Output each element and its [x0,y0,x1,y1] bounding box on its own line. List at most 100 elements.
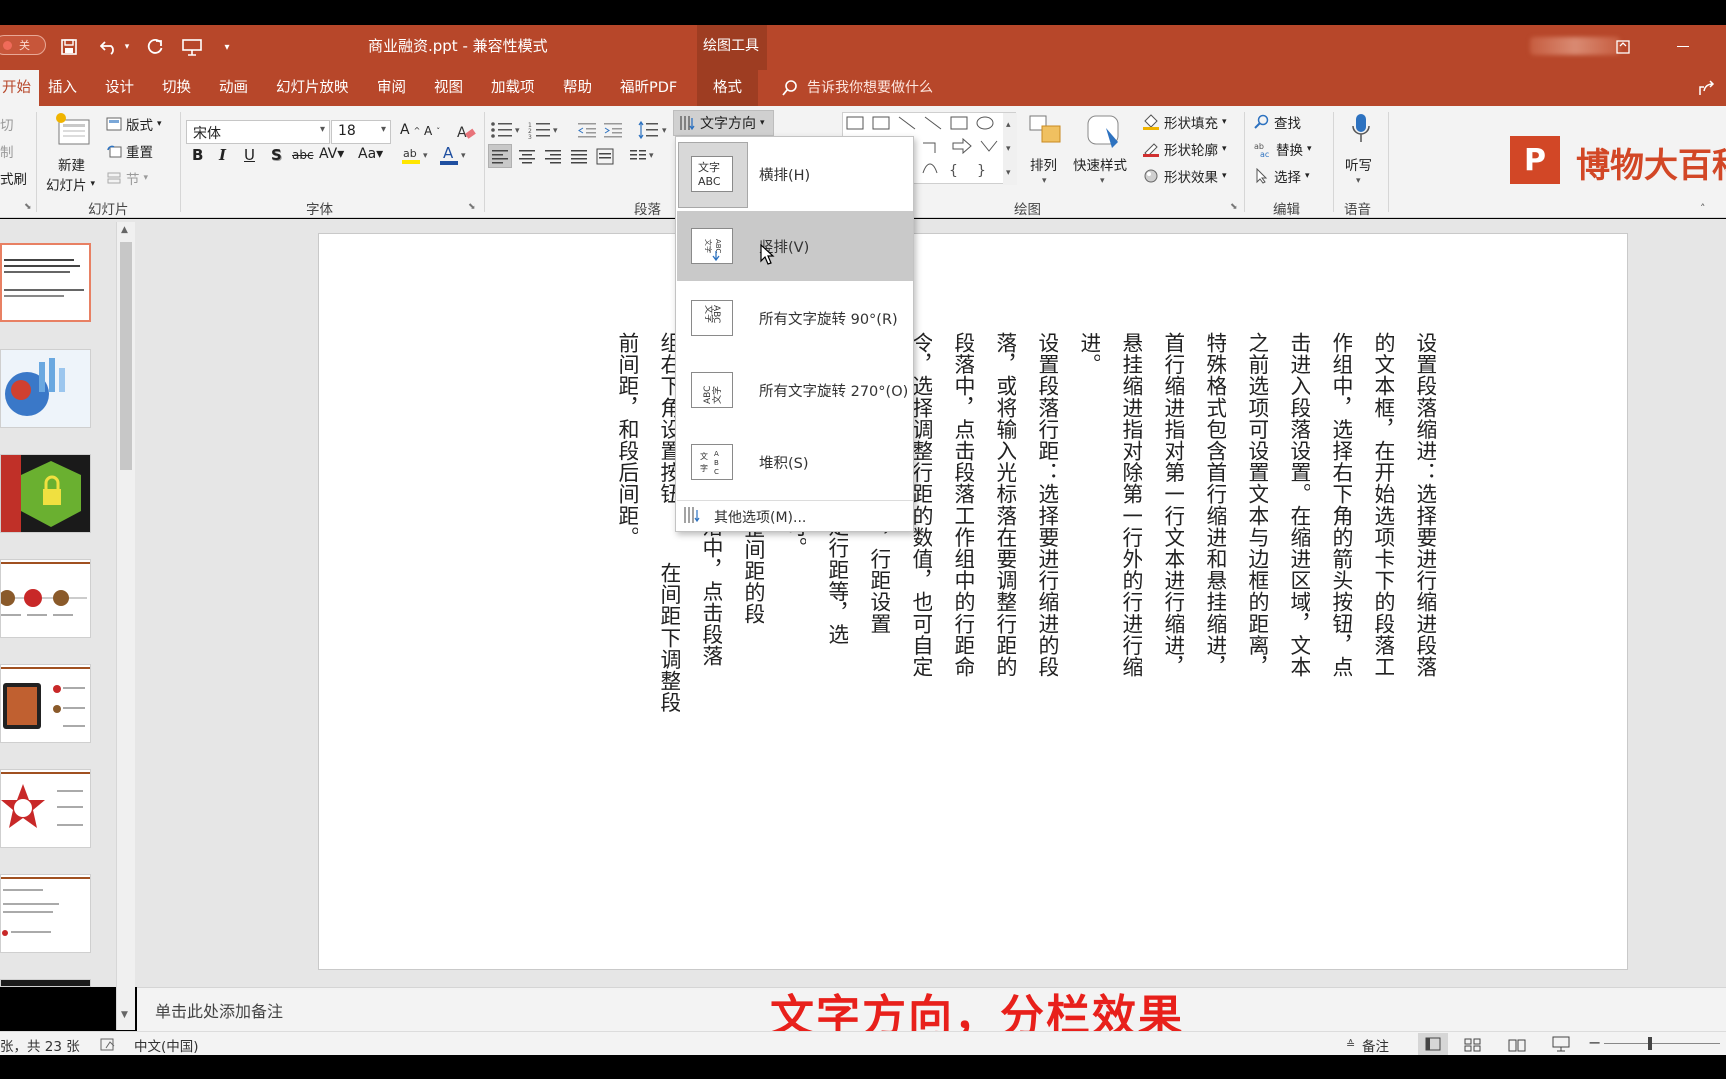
decrease-indent-icon[interactable] [578,122,598,142]
tab-review[interactable]: 审阅 [377,70,406,106]
slide-thumbnail[interactable] [0,349,91,428]
normal-view-icon[interactable] [1418,1033,1448,1055]
slide-thumbnail[interactable] [0,454,91,533]
line-spacing-icon[interactable]: ▾ [638,120,672,144]
tab-transitions[interactable]: 切换 [162,70,191,106]
quick-styles-icon[interactable] [1084,114,1124,154]
accessibility-icon[interactable] [100,1037,116,1056]
cut-button[interactable]: 切 [0,114,14,134]
autosave-toggle[interactable]: 关 [0,35,46,55]
italic-icon[interactable]: I [219,146,226,164]
tab-home[interactable]: 开始 [0,70,39,106]
numbering-icon[interactable]: 1 2 3 ▾ [528,120,562,144]
find-button[interactable]: 查找 [1254,112,1301,132]
notes-toggle[interactable]: 备注 [1362,1035,1389,1055]
columns-icon[interactable]: ▾ [628,145,658,171]
slide-thumbnail[interactable] [0,664,91,743]
font-color-icon[interactable]: A ▾ [440,144,468,170]
slide-thumbnail[interactable] [0,559,91,638]
slideshow-view-icon[interactable] [1552,1036,1570,1056]
copy-button[interactable]: 制 [0,141,14,161]
align-left-icon[interactable] [488,144,512,168]
menu-item-rotate-270[interactable]: ABC 文字 所有文字旋转 270°(O) [677,355,913,425]
increase-indent-icon[interactable] [604,122,624,142]
slide-canvas[interactable]: 设置段落缩进：选择要进行缩进段落 的文本框，在开始选项卡下的段落工 作组中，选择… [318,233,1628,970]
new-slide-dropdown[interactable]: 幻灯片 ▾ [46,174,95,194]
quick-styles-button[interactable]: 快速样式 [1073,154,1127,174]
arrange-icon[interactable] [1028,114,1064,154]
presenter-icon[interactable] [180,35,204,59]
new-slide-label[interactable]: 新建 [58,154,85,174]
tab-insert[interactable]: 插入 [48,70,77,106]
clear-formatting-icon[interactable]: A [456,122,476,146]
bullets-icon[interactable]: ▾ [490,120,524,144]
scroll-down-icon[interactable]: ▼ [121,1010,128,1020]
menu-item-horizontal[interactable]: 文字 ABC 横排(H) [677,139,913,209]
share-icon[interactable] [1698,79,1716,101]
tab-format[interactable]: 格式 [697,70,758,106]
minimize-icon[interactable] [1672,35,1694,59]
section-button[interactable]: 节 ▾ [106,168,148,188]
slide-thumbnail[interactable] [0,769,91,848]
slide-thumbnail[interactable] [0,243,91,322]
drawing-launcher-icon[interactable]: ⬊ [1230,202,1238,212]
more-options-item[interactable]: 其他选项(M)... [714,507,806,527]
clipboard-launcher-icon[interactable]: ⬊ [24,202,32,212]
align-right-icon[interactable] [542,145,564,171]
tab-design[interactable]: 设计 [105,70,134,106]
select-button[interactable]: 选择 ▾ [1254,166,1310,186]
ribbon-display-icon[interactable] [1612,35,1634,59]
tell-me-search[interactable]: 告诉我你想要做什么 [807,70,933,106]
undo-icon[interactable] [98,35,120,59]
increase-font-size-icon[interactable]: A ^ [400,122,420,138]
layout-button[interactable]: 版式 ▾ [106,114,162,134]
tab-animations[interactable]: 动画 [219,70,248,106]
font-name-combo[interactable]: 宋体 ▾ [186,120,330,144]
scroll-up-icon[interactable]: ▲ [121,225,128,235]
font-size-combo[interactable]: 18 ▾ [331,120,391,144]
character-spacing-icon[interactable]: AV▾ [319,146,344,162]
shape-fill-button[interactable]: 形状填充 ▾ [1142,112,1227,132]
save-icon[interactable] [58,35,80,59]
distributed-icon[interactable] [594,145,616,171]
shape-effects-button[interactable]: 形状效果 ▾ [1142,166,1227,186]
tab-help[interactable]: 帮助 [563,70,592,106]
text-shadow-icon[interactable]: S [271,146,282,164]
underline-icon[interactable]: U [244,146,255,164]
dictate-button[interactable]: 听写 [1345,154,1372,174]
strikethrough-icon[interactable]: abc [292,148,314,162]
tab-foxit-pdf[interactable]: 福昕PDF [620,70,677,106]
notes-toggle-icon[interactable]: ≙ [1346,1038,1355,1051]
zoom-out-icon[interactable]: − [1588,1033,1601,1052]
collapse-ribbon-icon[interactable]: ˄ [1700,202,1706,215]
decrease-font-size-icon[interactable]: Aˇ [424,124,440,138]
reading-view-icon[interactable] [1508,1037,1526,1056]
shape-outline-button[interactable]: 形状轮廓 ▾ [1142,139,1227,159]
slide-thumbnail[interactable] [0,979,91,987]
zoom-slider[interactable] [1604,1043,1720,1044]
text-direction-button[interactable]: 文字方向 ▾ [673,110,774,136]
format-painter-button[interactable]: 式刷 [0,168,27,188]
notes-placeholder[interactable]: 单击此处添加备注 [155,998,283,1022]
undo-dropdown-icon[interactable]: ▾ [122,35,132,59]
slide-thumbnail[interactable] [0,874,91,953]
highlight-color-icon[interactable]: ab ▾ [402,144,430,170]
menu-item-stacked[interactable]: 文字ABC 堆积(S) [677,427,913,497]
thumbnails-scrollbar[interactable]: ▲ ▼ [116,222,135,1030]
tab-slideshow[interactable]: 幻灯片放映 [276,70,349,106]
align-center-icon[interactable] [516,145,538,171]
language-indicator[interactable]: 中文(中国) [134,1035,199,1055]
user-account[interactable] [1530,37,1620,55]
microphone-icon[interactable] [1350,112,1372,150]
replace-button[interactable]: ab ac 替换 ▾ [1254,139,1312,159]
menu-item-vertical[interactable]: ABC 文字 竖排(V) [677,211,913,281]
zoom-slider-thumb[interactable] [1648,1037,1652,1050]
font-launcher-icon[interactable]: ⬊ [468,202,476,212]
bold-icon[interactable]: B [192,146,203,164]
redo-icon[interactable] [144,35,166,59]
menu-item-rotate-90[interactable]: ABC 文字 所有文字旋转 90°(R) [677,283,913,353]
scrollbar-thumb[interactable] [120,242,132,470]
customize-qat-icon[interactable]: ▾ [222,35,232,59]
change-case-icon[interactable]: Aa▾ [358,146,383,162]
justify-icon[interactable] [568,145,590,171]
